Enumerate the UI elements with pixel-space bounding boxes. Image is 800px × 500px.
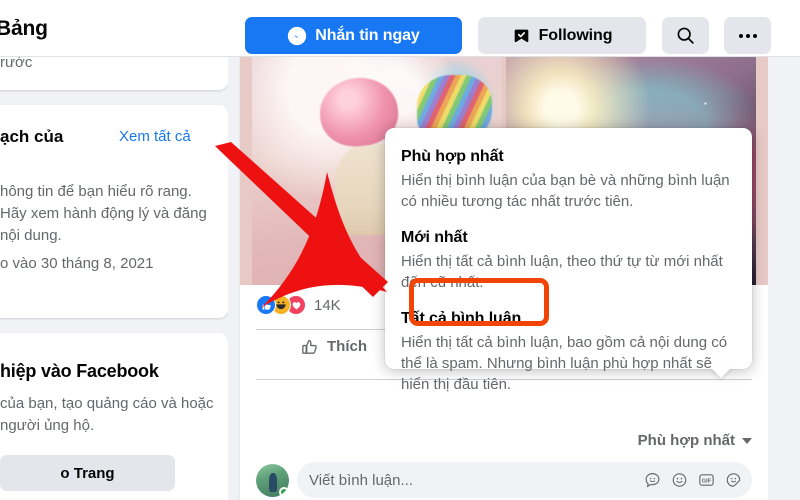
sidebar-card-business: hiệp vào Facebook của bạn, tạo quảng cáo… — [0, 333, 228, 500]
comment-input-placeholder: Viết bình luận... — [309, 471, 413, 489]
comment-sort-selector[interactable]: Phù hợp nhất — [638, 432, 752, 449]
gif-icon[interactable]: GIF — [698, 472, 715, 489]
like-label: Thích — [327, 338, 367, 355]
see-all-link[interactable]: Xem tất cả — [119, 128, 191, 145]
sidebar-business-body: của bạn, tạo quảng cáo và hoặc người ủng… — [0, 395, 214, 434]
dropdown-pointer-tail — [710, 367, 732, 378]
sidebar-transparency-date: o vào 30 tháng 8, 2021 — [0, 255, 154, 272]
sidebar-transparency-heading: ạch của — [0, 127, 64, 146]
search-icon — [677, 27, 694, 44]
sidebar-business-heading: hiệp vào Facebook — [0, 361, 159, 381]
chevron-down-icon — [742, 437, 752, 444]
comment-sort-dropdown: Phù hợp nhất Hiển thị bình luận của bạn … — [385, 128, 752, 393]
following-label: Following — [538, 26, 613, 44]
more-options-button[interactable] — [724, 17, 771, 54]
messenger-icon — [288, 26, 307, 45]
thumbs-up-icon — [302, 339, 317, 354]
dropdown-option-most-relevant[interactable]: Phù hợp nhất Hiển thị bình luận của bạn … — [401, 146, 736, 212]
message-now-button[interactable]: Nhắn tin ngay — [245, 17, 462, 54]
right-gutter — [768, 57, 800, 500]
dropdown-option-title: Tất cả bình luận — [401, 310, 522, 327]
facebook-page-screenshot: Bảng Nhắn tin ngay Following rước ạch củ… — [0, 0, 800, 500]
dropdown-option-title: Phù hợp nhất — [401, 148, 504, 165]
comment-input[interactable]: Viết bình luận... GIF — [297, 462, 752, 498]
svg-text:GIF: GIF — [702, 478, 712, 484]
emoji-smiley-icon[interactable] — [671, 472, 688, 489]
avatar — [256, 463, 289, 497]
dropdown-option-newest[interactable]: Mới nhất Hiển thị tất cả bình luận, theo… — [401, 227, 736, 293]
sticker-icon[interactable] — [725, 472, 742, 489]
like-button[interactable]: Thích — [300, 337, 367, 356]
comment-composer: Viết bình luận... GIF — [256, 460, 752, 500]
avatar-figure — [268, 473, 278, 492]
sidebar-card-top-text: rước — [0, 57, 33, 71]
reaction-count: 14K — [314, 296, 341, 314]
create-page-label: o Trang — [60, 464, 115, 482]
dropdown-option-all-comments[interactable]: Tất cả bình luận Hiển thị tất cả bình lu… — [401, 308, 736, 395]
more-horizontal-icon — [738, 33, 757, 38]
comment-sort-label: Phù hợp nhất — [637, 432, 735, 449]
following-check-icon — [514, 29, 528, 43]
online-status-dot — [279, 486, 289, 497]
composer-icon-group: GIF — [644, 472, 742, 489]
following-button[interactable]: Following — [478, 17, 646, 54]
emoji-sticker-icon[interactable] — [644, 472, 661, 489]
left-sidebar: rước ạch của Xem tất cả hông tin để bạn … — [0, 57, 228, 500]
dropdown-option-desc: Hiển thị tất cả bình luận, bao gồm cả nộ… — [401, 334, 728, 393]
sidebar-card-top: rước — [0, 57, 228, 90]
dropdown-option-title: Mới nhất — [401, 229, 468, 246]
dropdown-option-desc: Hiển thị tất cả bình luận, theo thứ tự t… — [401, 253, 723, 291]
page-header: Bảng Nhắn tin ngay Following — [0, 0, 800, 57]
create-page-button[interactable]: o Trang — [0, 455, 175, 491]
sidebar-transparency-body: hông tin để bạn hiểu rõ rang. Hãy xem hà… — [0, 183, 207, 244]
sidebar-card-transparency: ạch của Xem tất cả hông tin để bạn hiểu … — [0, 105, 228, 318]
search-button[interactable] — [662, 17, 709, 54]
like-reaction-icon — [256, 295, 276, 315]
message-now-label: Nhắn tin ngay — [315, 26, 420, 44]
dropdown-option-desc: Hiển thị bình luận của bạn bè và những b… — [401, 172, 730, 210]
page-title: Bảng — [0, 17, 48, 40]
